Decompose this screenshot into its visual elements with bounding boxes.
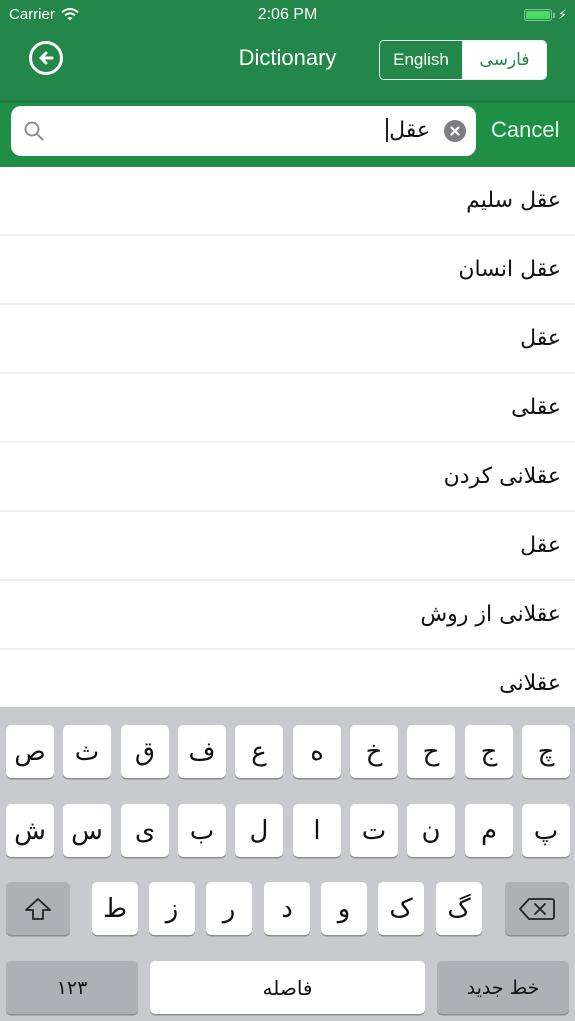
key[interactable]: ت bbox=[350, 804, 398, 857]
list-item[interactable]: عقلانی bbox=[0, 650, 575, 707]
key[interactable]: ی bbox=[121, 804, 169, 857]
clear-icon bbox=[450, 126, 460, 136]
key[interactable]: ر bbox=[206, 882, 252, 935]
key[interactable]: ث bbox=[63, 725, 111, 778]
key[interactable]: خ bbox=[350, 725, 398, 778]
key[interactable]: د bbox=[264, 882, 310, 935]
clear-button[interactable] bbox=[444, 120, 466, 142]
results-list: عقل سلیم عقل انسان عقل عقلی عقلانی کردن … bbox=[0, 167, 575, 707]
key[interactable]: م bbox=[465, 804, 513, 857]
backspace-key[interactable] bbox=[505, 882, 569, 935]
list-item[interactable]: عقل سلیم bbox=[0, 167, 575, 236]
shift-key[interactable] bbox=[6, 882, 70, 935]
key[interactable]: ه bbox=[293, 725, 341, 778]
language-toggle: English فارسی bbox=[379, 40, 547, 80]
key[interactable]: ا bbox=[293, 804, 341, 857]
list-item[interactable]: عقل bbox=[0, 305, 575, 374]
battery-charging-icon: ⚡ bbox=[523, 7, 567, 23]
key[interactable]: ن bbox=[407, 804, 455, 857]
list-item[interactable]: عقلی bbox=[0, 374, 575, 443]
key[interactable]: ل bbox=[235, 804, 283, 857]
key[interactable]: و bbox=[321, 882, 367, 935]
numbers-key[interactable]: ۱۲۳ bbox=[6, 961, 138, 1014]
clock: 2:06 PM bbox=[257, 6, 318, 23]
key[interactable]: ع bbox=[235, 725, 283, 778]
key[interactable]: س bbox=[63, 804, 111, 857]
keyboard: ص ث ق ف ع ه خ ح ج چ ش س ی ب ل ا ت ن م پ … bbox=[0, 707, 575, 1021]
key[interactable]: ک bbox=[378, 882, 424, 935]
shift-icon bbox=[25, 897, 51, 920]
language-option-farsi[interactable]: فارسی bbox=[463, 41, 546, 79]
cancel-button[interactable]: Cancel bbox=[491, 117, 559, 143]
search-value: عقل bbox=[386, 117, 430, 143]
backspace-icon bbox=[519, 897, 555, 920]
search-input[interactable]: عقل bbox=[11, 106, 476, 156]
key[interactable]: ج bbox=[465, 725, 513, 778]
key[interactable]: ب bbox=[178, 804, 226, 857]
key[interactable]: پ bbox=[522, 804, 570, 857]
key[interactable]: ز bbox=[149, 882, 195, 935]
page-title-text: Dictionary bbox=[238, 45, 337, 70]
list-item[interactable]: عقلانی از روش bbox=[0, 581, 575, 650]
space-key[interactable]: فاصله bbox=[150, 961, 425, 1014]
key[interactable]: ط bbox=[92, 882, 138, 935]
status-bar: Carrier 2:06 PM ⚡ bbox=[0, 0, 575, 30]
search-bar: عقل Cancel bbox=[0, 100, 575, 167]
key[interactable]: ق bbox=[121, 725, 169, 778]
list-item[interactable]: عقل bbox=[0, 512, 575, 581]
return-key[interactable]: خط جدید bbox=[437, 961, 569, 1014]
key[interactable]: ف bbox=[178, 725, 226, 778]
list-item[interactable]: عقل انسان bbox=[0, 236, 575, 305]
key[interactable]: ح bbox=[407, 725, 455, 778]
list-item[interactable]: عقلانی کردن bbox=[0, 443, 575, 512]
key[interactable]: چ bbox=[522, 725, 570, 778]
search-icon bbox=[24, 121, 44, 141]
key[interactable]: ش bbox=[6, 804, 54, 857]
key[interactable]: ص bbox=[6, 725, 54, 778]
header: Carrier 2:06 PM ⚡ Dictionary English فار… bbox=[0, 0, 575, 100]
text-caret bbox=[386, 118, 389, 142]
language-option-english[interactable]: English bbox=[380, 41, 463, 79]
navigation-bar: Dictionary English فارسی bbox=[0, 30, 575, 90]
key[interactable]: گ bbox=[436, 882, 482, 935]
search-value-text: عقل bbox=[389, 117, 430, 142]
